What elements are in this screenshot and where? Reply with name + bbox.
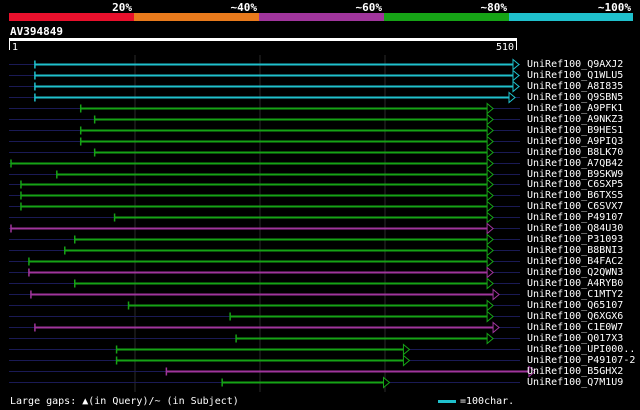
hit-arrow-head [383,376,391,389]
hit-arrow-head [492,288,500,301]
hit-arrow-head [486,102,494,115]
hit-arrow-head [486,168,494,181]
hit-label[interactable]: UniRef100_B5GHX2 [527,366,623,377]
hit-label[interactable]: UniRef100_Q9SBN5 [527,92,623,103]
hit-label[interactable]: UniRef100_Q6XGX6 [527,311,623,322]
hit-label[interactable]: UniRef100_A8I835 [527,81,623,92]
scale-key-label: =100char. [460,396,515,407]
hit-arrow-head [486,310,494,323]
hit-arrow-head [486,233,494,246]
hit-arrow-head [486,178,494,191]
hit-label[interactable]: UniRef100_Q017X3 [527,333,623,344]
hit-arrow-head [486,299,494,312]
hit-arrow-head [402,354,411,367]
hit-arrow-head [402,343,411,356]
hit-arrow-head [512,80,520,93]
hit-label[interactable]: UniRef100_C6SXP5 [527,179,623,190]
hit-label[interactable]: UniRef100_C1MTY2 [527,289,623,300]
hit-arrow-head [512,69,520,82]
hit-label[interactable]: UniRef100_Q84U30 [527,223,623,234]
hit-arrow-head [486,332,494,345]
hit-arrow-head [486,146,494,159]
hit-arrow-head [486,244,494,257]
hit-label[interactable]: UniRef100_A9PFK1 [527,103,623,114]
hit-label[interactable]: UniRef100_P49107-2 [527,355,635,366]
hit-label[interactable]: UniRef100_UPI000.. [527,344,635,355]
hit-label[interactable]: UniRef100_Q9AXJ2 [527,59,623,70]
hit-label[interactable]: UniRef100_A7QB42 [527,158,623,169]
hit-arrow-head [492,321,500,334]
hit-label[interactable]: UniRef100_P31093 [527,234,623,245]
hit-arrow-head [486,200,494,213]
hit-label[interactable]: UniRef100_B8LK70 [527,147,623,158]
hit-label[interactable]: UniRef100_C1E0W7 [527,322,623,333]
hit-label[interactable]: UniRef100_A9NKZ3 [527,114,623,125]
hit-label[interactable]: UniRef100_C6SVX7 [527,201,623,212]
hit-arrow-head [486,157,494,170]
hit-arrow-head [486,266,494,279]
hit-arrow-head [486,189,494,202]
hit-arrow-head [486,222,494,235]
hit-label[interactable]: UniRef100_Q1WLU5 [527,70,623,81]
hit-arrow-head [486,211,494,224]
hit-arrow-head [512,58,520,71]
hit-label[interactable]: UniRef100_Q2QWN3 [527,267,623,278]
large-gaps-legend: Large gaps: ▲(in Query)/~ (in Subject) [10,396,239,407]
hit-arrow-head [486,124,494,137]
hit-arrow-head [508,91,516,104]
hit-label[interactable]: UniRef100_B6TXS5 [527,190,623,201]
hit-label[interactable]: UniRef100_A9PIQ3 [527,136,623,147]
hit-label[interactable]: UniRef100_Q7M1U9 [527,377,623,388]
hit-arrow-head [486,277,494,290]
hit-label[interactable]: UniRef100_B8BNI3 [527,245,623,256]
hit-label[interactable]: UniRef100_Q65107 [527,300,623,311]
scale-key-bar [438,400,456,403]
hit-arrow-head [486,255,494,268]
hit-label[interactable]: UniRef100_A4RYB0 [527,278,623,289]
hit-label[interactable]: UniRef100_B9HES1 [527,125,623,136]
hit-label[interactable]: UniRef100_B4FAC2 [527,256,623,267]
hit-arrow-head [486,135,494,148]
hit-arrow-head [486,113,494,126]
hit-label[interactable]: UniRef100_P49107 [527,212,623,223]
